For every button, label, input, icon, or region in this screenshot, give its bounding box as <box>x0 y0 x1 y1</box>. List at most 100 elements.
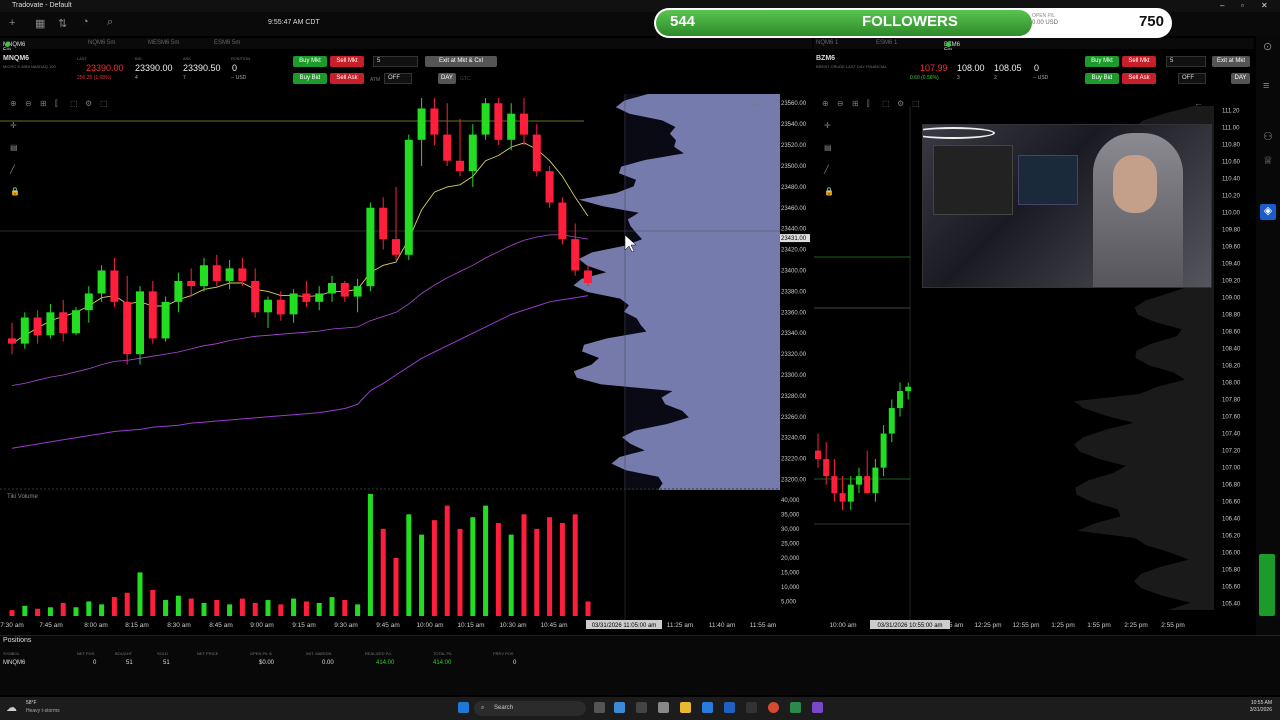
candle-body <box>148 291 157 339</box>
gtc-toggle[interactable]: GTC <box>460 76 471 82</box>
minimize-icon[interactable]: – <box>1220 1 1224 10</box>
volume-bar <box>329 597 335 616</box>
y-tick-label: 108.20 <box>1222 364 1241 370</box>
right-sell-mkt-button[interactable]: Sell Mkt <box>1122 56 1156 67</box>
right-buy-bid-button[interactable]: Buy Bid <box>1085 73 1119 84</box>
tab-esm6-dup[interactable]: ESM6 1 <box>876 40 897 46</box>
widgets-icon[interactable] <box>614 702 625 713</box>
atm-select[interactable]: OFF <box>384 73 412 84</box>
col-net-pos[interactable]: NET POS <box>77 651 95 656</box>
candle-body <box>123 301 132 355</box>
x-tick-label: 2:55 pm <box>1161 622 1185 629</box>
system-clock[interactable]: 10:55 AM 3/31/2026 <box>1250 700 1272 714</box>
col-total-pl[interactable]: TOTAL P/L <box>433 651 453 656</box>
edge-icon[interactable] <box>702 702 713 713</box>
volume-bar <box>419 534 425 616</box>
y-tick-label: 109.00 <box>1222 295 1241 301</box>
tab-esm6[interactable]: ESM6 5m <box>214 40 240 46</box>
list-icon[interactable]: ≡ <box>1263 80 1269 92</box>
col-sold[interactable]: SOLD <box>157 651 168 656</box>
candle-body <box>888 408 895 434</box>
capcut-icon[interactable] <box>746 702 757 713</box>
candle-body <box>494 103 503 140</box>
right-sell-ask-button[interactable]: Sell Ask <box>1122 73 1156 84</box>
trophy-icon[interactable]: ♕ <box>1263 154 1273 167</box>
candle-body <box>302 293 311 302</box>
col-prev-pos[interactable]: PREV POS <box>493 651 513 656</box>
col-init-margin[interactable]: INIT. MARGIN <box>306 651 331 656</box>
left-symbol[interactable]: MNQM6 <box>3 55 29 62</box>
row-prev-pos: 0 <box>513 660 517 666</box>
settings-icon[interactable] <box>658 702 669 713</box>
y-tick-label: 23420.00 <box>781 248 807 254</box>
row-net-pos: 0 <box>93 660 97 666</box>
weather-icon[interactable]: ☁ <box>6 701 17 714</box>
candle-body <box>443 134 452 161</box>
quantity-select[interactable]: 5 <box>373 56 418 67</box>
y-tick-label: 110.00 <box>1222 210 1241 216</box>
shield-icon[interactable]: ◈ <box>1260 204 1276 220</box>
discord-icon[interactable] <box>812 702 823 713</box>
maximize-icon[interactable]: ▫ <box>1241 1 1244 10</box>
ema-slow-line <box>11 234 589 386</box>
day-toggle[interactable]: DAY <box>438 73 456 84</box>
col-net-price[interactable]: NET PRICE <box>197 651 218 656</box>
taskbar-search[interactable]: ⌕ Search <box>474 701 586 716</box>
right-buy-mkt-button[interactable]: Buy Mkt <box>1085 56 1119 67</box>
x-tick-label: 10:15 am <box>457 622 484 629</box>
col-open-pl[interactable]: OPEN P/L $ <box>250 651 272 656</box>
lock-icon[interactable]: ⊙ <box>1263 40 1272 53</box>
col-symbol[interactable]: SYMBOL <box>3 651 20 656</box>
add-icon[interactable]: + <box>9 17 15 29</box>
search-icon[interactable]: ⌕ <box>107 16 113 29</box>
buy-bid-button[interactable]: Buy Bid <box>293 73 327 84</box>
right-atm-select[interactable]: OFF <box>1178 73 1206 84</box>
tab-nqm6[interactable]: NQM6 5m <box>88 40 115 46</box>
right-exit-button[interactable]: Exit at Mkt <box>1212 56 1250 67</box>
right-day-toggle[interactable]: DAY <box>1231 73 1250 84</box>
start-icon[interactable] <box>458 702 469 713</box>
volume-tick-label: 10,000 <box>781 585 800 591</box>
row-bought: 51 <box>126 660 133 666</box>
exit-cancel-button[interactable]: Exit at Mkt & Cxl <box>425 56 497 67</box>
transfer-icon[interactable]: ⇅ <box>58 17 67 30</box>
row-symbol[interactable]: MNQM6 <box>3 660 25 666</box>
positions-title: Positions <box>3 637 32 644</box>
y-tick-label: 23560.00 <box>781 101 807 107</box>
close-icon[interactable]: ✕ <box>1261 1 1268 10</box>
tab-bzm6-dup[interactable]: NQM6 1 <box>816 40 838 46</box>
chrome-icon[interactable] <box>768 702 779 713</box>
col-bought[interactable]: BOUGHT <box>115 651 132 656</box>
y-tick-label: 23440.00 <box>781 227 807 233</box>
x-tick-label: 2:25 pm <box>1124 622 1148 629</box>
followers-current: 544 <box>670 13 696 30</box>
col-realized-pl[interactable]: REALIZED P/L <box>365 651 392 656</box>
file-explorer-icon[interactable] <box>680 702 691 713</box>
right-quantity-select[interactable]: 5 <box>1166 56 1206 67</box>
people-icon[interactable]: ⚇ <box>1263 130 1273 143</box>
buy-mkt-button[interactable]: Buy Mkt <box>293 56 327 67</box>
terminal-icon[interactable] <box>636 702 647 713</box>
candle-body <box>84 293 93 311</box>
grid-icon[interactable]: ▦ <box>35 17 45 30</box>
tab-mesm6[interactable]: MESM6 5m <box>148 40 179 46</box>
drawing-tool-icon: ╱ <box>823 164 830 174</box>
calculator-icon[interactable] <box>790 702 801 713</box>
volume-bar <box>265 600 271 616</box>
bell-icon[interactable]: ◔ <box>82 16 89 28</box>
right-symbol[interactable]: BZM6 <box>816 55 835 62</box>
volume-tick-label: 5,000 <box>781 599 797 605</box>
task-view-icon[interactable] <box>594 702 605 713</box>
sell-mkt-button[interactable]: Sell Mkt <box>330 56 364 67</box>
volume-bar <box>572 514 578 616</box>
right-order-header: BZM6 BRENT CRUDE LAST DAY FINANCIAL 107.… <box>814 50 1254 90</box>
tradovate-help-tab[interactable] <box>1259 554 1275 616</box>
right-description: BRENT CRUDE LAST DAY FINANCIAL <box>816 64 887 69</box>
sell-ask-button[interactable]: Sell Ask <box>330 73 364 84</box>
x-tick-label: 8:30 am <box>167 622 191 629</box>
ask-label: ASK <box>183 56 192 61</box>
mnq-chart[interactable]: ⊕ ⊖ ⊞ ⫿ ⬚ ⚙ ⬚ ← ✛ ▤ ╱ 🔒 23560.00 23540.00 23520.00 2350… <box>0 90 812 635</box>
candle-body <box>340 283 349 297</box>
x-tick-label: 10:00 am <box>416 622 443 629</box>
tradovate-app-icon[interactable] <box>724 702 735 713</box>
